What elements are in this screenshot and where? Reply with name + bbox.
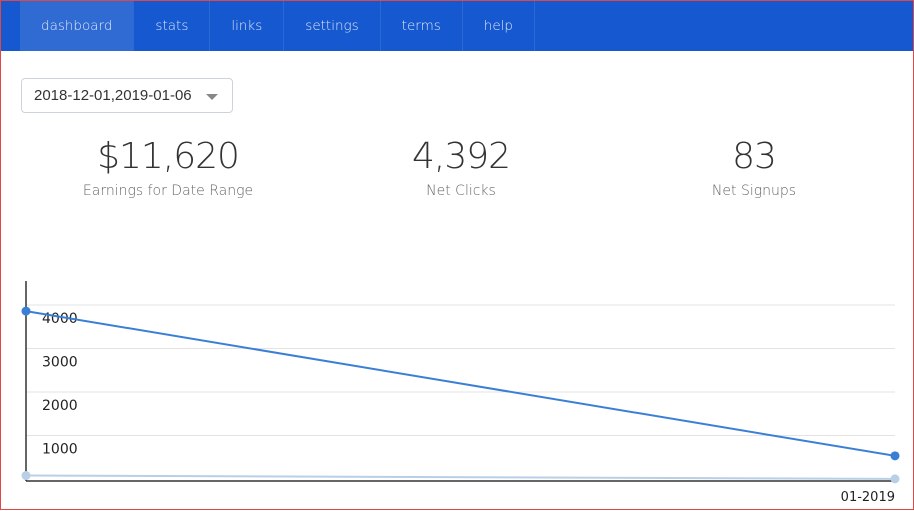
nav-settings[interactable]: settings [284, 1, 381, 51]
stat-label: Earnings for Date Range [82, 183, 254, 199]
y-tick-label: 1000 [42, 442, 78, 458]
data-point-clicks [890, 451, 900, 461]
stat-value: 83 [732, 136, 777, 177]
nav-dashboard[interactable]: dashboard [20, 1, 135, 51]
nav-help[interactable]: help [463, 1, 535, 51]
date-range-select[interactable]: 2018-12-01,2019-01-06 [21, 78, 233, 113]
series-line-clicks [25, 310, 896, 457]
data-point-signups [890, 474, 900, 484]
stat-clicks: 4,392 Net Clicks [311, 136, 611, 199]
data-point-signups [21, 471, 31, 481]
stat-earnings: $11,620 Earnings for Date Range [18, 136, 318, 199]
stat-value: 4,392 [411, 136, 511, 177]
stat-label: Net Clicks [426, 183, 496, 199]
top-nav: dashboard stats links settings terms hel… [1, 1, 913, 51]
clicks-line-chart: 100020003000400001-2019 [21, 281, 900, 505]
stat-label: Net Signups [711, 183, 797, 199]
nav-stats[interactable]: stats [134, 1, 211, 51]
nav-terms[interactable]: terms [381, 1, 463, 51]
stat-value: $11,620 [97, 136, 240, 177]
data-point-clicks [21, 306, 31, 316]
x-tick-label: 01-2019 [841, 490, 895, 505]
y-tick-label: 2000 [42, 398, 78, 414]
caret-down-icon [206, 94, 218, 100]
nav-links[interactable]: links [210, 1, 285, 51]
date-range-value: 2018-12-01,2019-01-06 [34, 87, 192, 104]
y-tick-label: 3000 [42, 355, 78, 371]
stat-signups: 83 Net Signups [604, 136, 904, 199]
series-line-signups [25, 474, 896, 480]
